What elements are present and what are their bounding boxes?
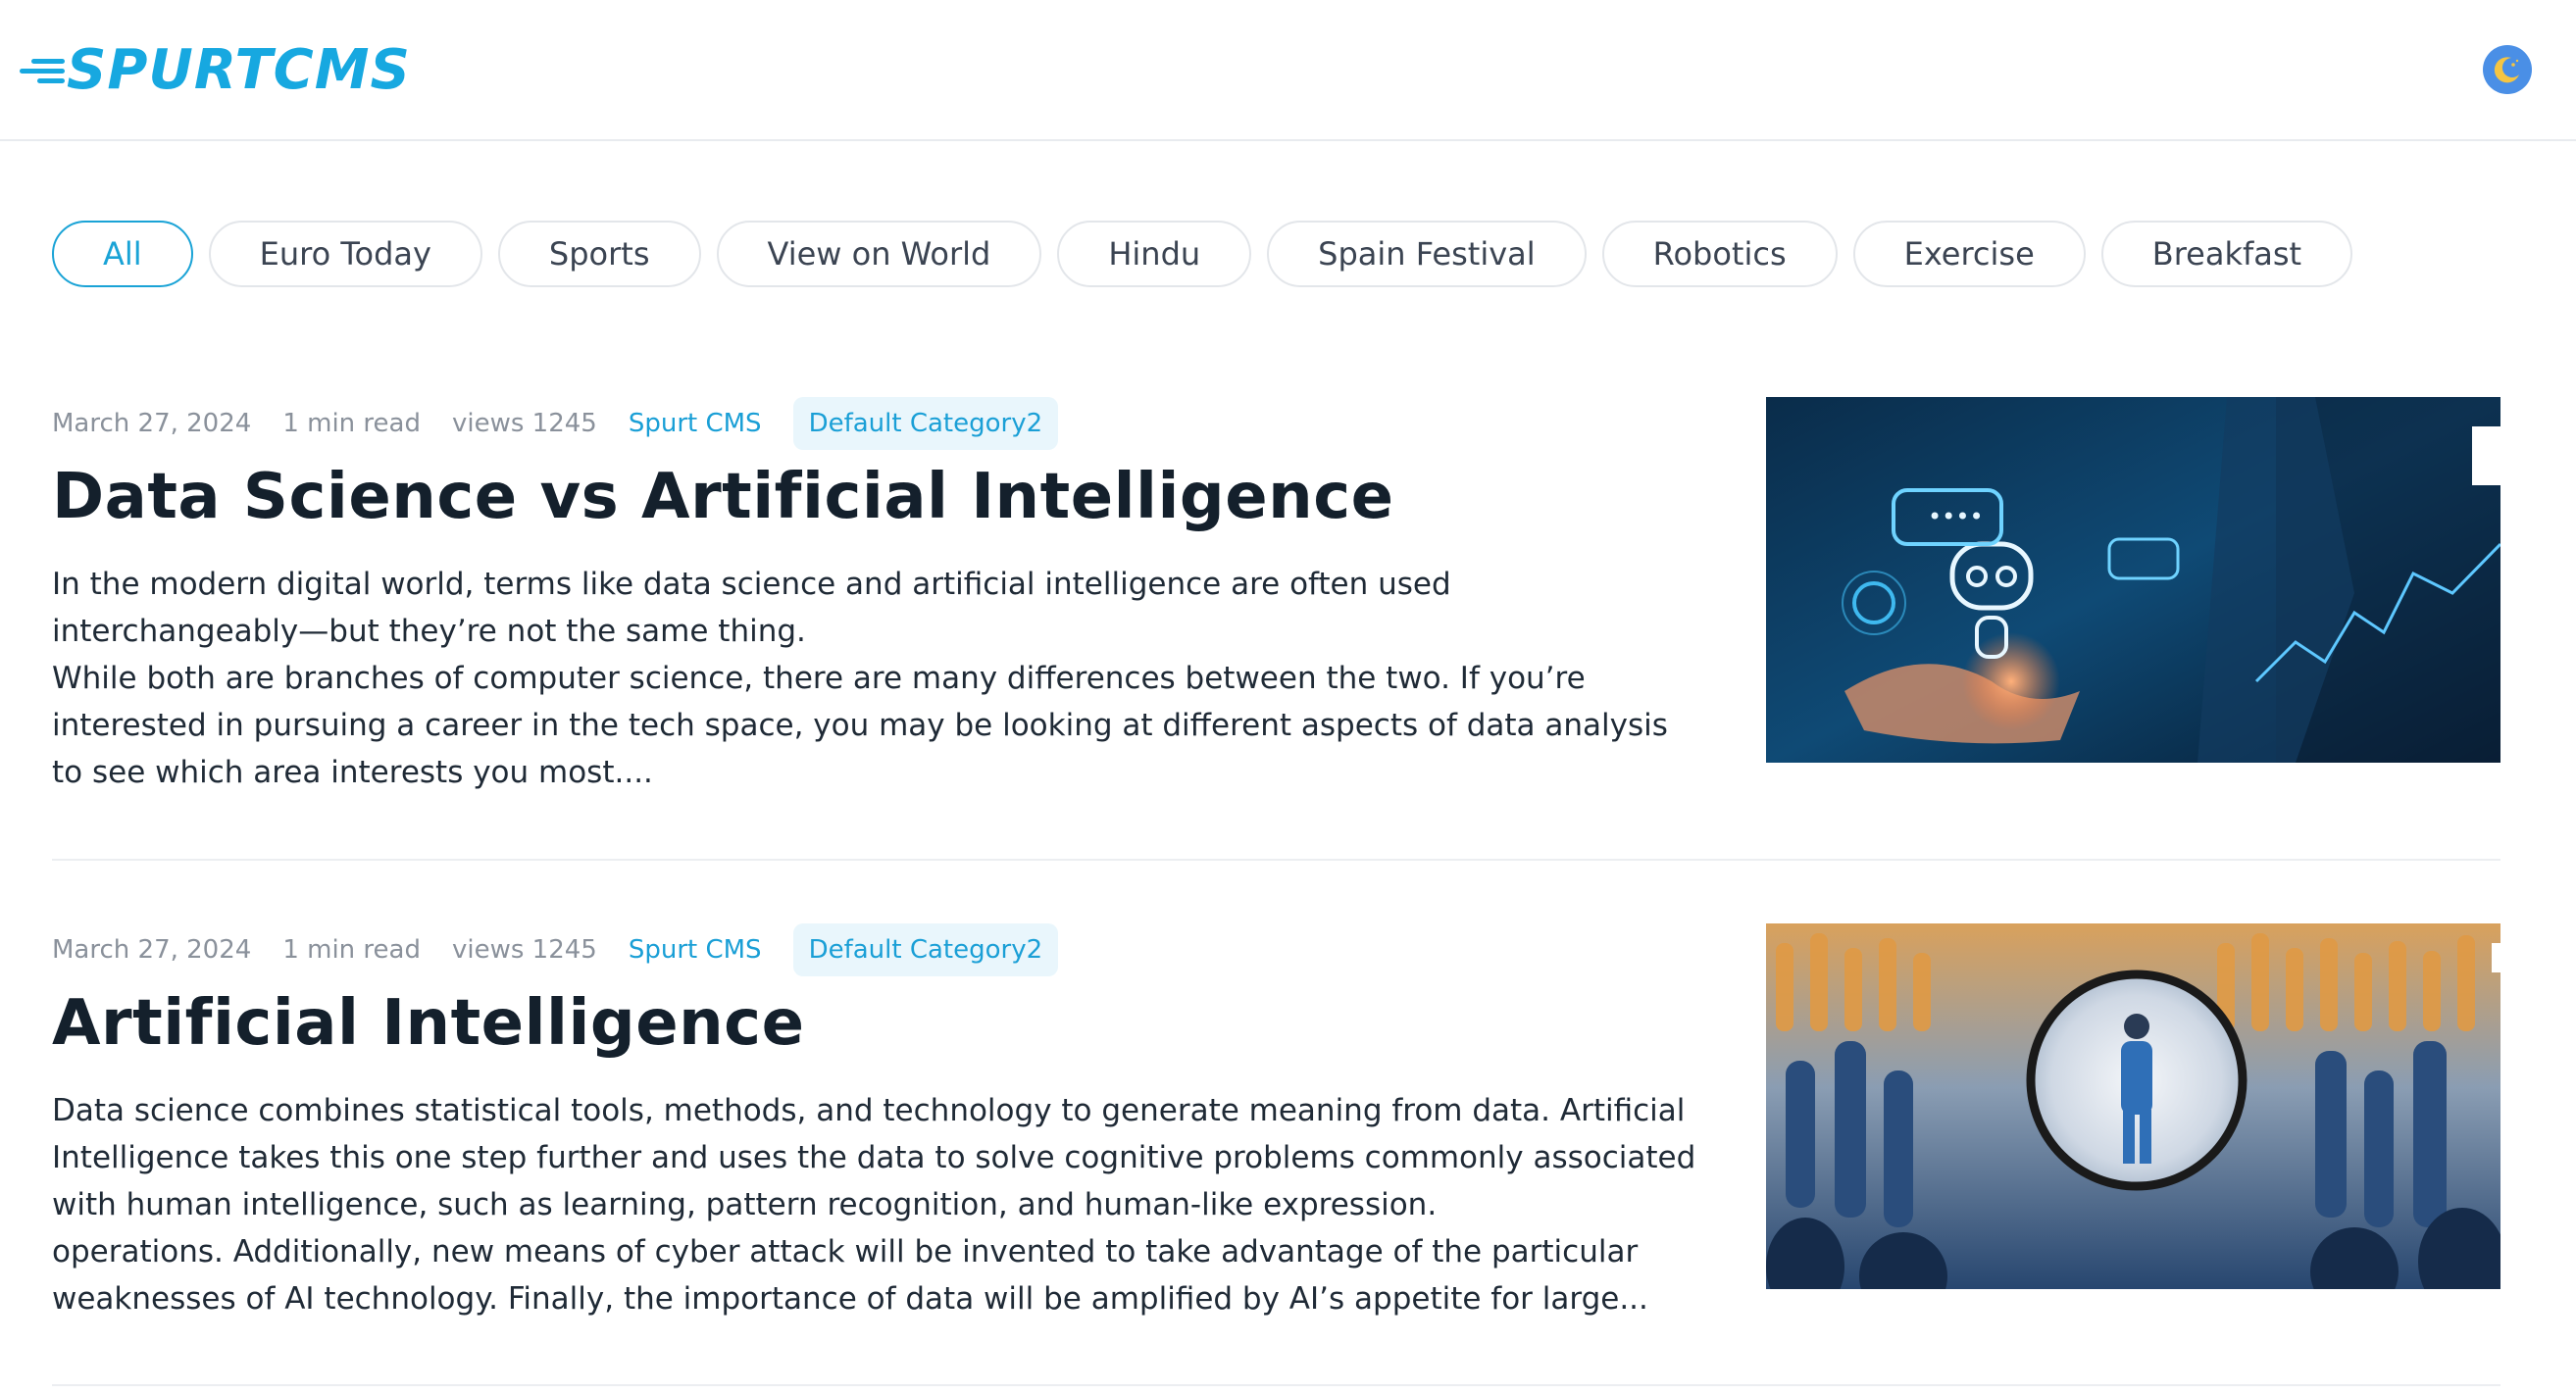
- article-date: March 27, 2024: [52, 409, 252, 438]
- article-title[interactable]: Artificial Intelligence: [52, 986, 805, 1062]
- crowd-magnifier-image[interactable]: [1766, 923, 2500, 1289]
- article-views: views 1245: [451, 409, 597, 438]
- article-author-link[interactable]: Spurt CMS: [629, 409, 762, 438]
- moon-icon: [2494, 57, 2519, 83]
- logo-speed-lines-icon: [20, 49, 65, 92]
- logo-text: SPURTCMS: [67, 38, 411, 102]
- article-divider: [52, 859, 2500, 861]
- article-category-badge[interactable]: Default Category2: [792, 923, 1059, 976]
- excerpt-paragraph: Data science combines statistical tools,…: [52, 1093, 1696, 1222]
- article-title[interactable]: Data Science vs Artificial Intelligence: [52, 460, 1394, 535]
- theme-toggle-button[interactable]: [2483, 45, 2532, 94]
- filter-chip-view-on-world[interactable]: View on World: [716, 221, 1042, 287]
- article-meta: March 27, 2024 1 min read views 1245 Spu…: [52, 397, 1059, 450]
- filter-chip-euro-today[interactable]: Euro Today: [208, 221, 482, 287]
- article-author-link[interactable]: Spurt CMS: [629, 935, 762, 965]
- article-card: March 27, 2024 1 min read views 1245 Spu…: [52, 923, 2500, 1394]
- excerpt-paragraph: While both are branches of computer scie…: [52, 661, 1668, 790]
- spurtcms-logo[interactable]: SPURTCMS: [20, 37, 411, 104]
- article-category-badge[interactable]: Default Category2: [792, 397, 1059, 450]
- article-card: March 27, 2024 1 min read views 1245 Spu…: [52, 397, 2500, 868]
- article-meta: March 27, 2024 1 min read views 1245 Spu…: [52, 923, 1059, 976]
- filter-chip-sports[interactable]: Sports: [497, 221, 701, 287]
- filter-chip-exercise[interactable]: Exercise: [1852, 221, 2086, 287]
- svg-text:••••: ••••: [1928, 503, 1984, 530]
- article-date: March 27, 2024: [52, 935, 252, 965]
- article-read-time: 1 min read: [282, 935, 421, 965]
- filter-chip-spain-festival[interactable]: Spain Festival: [1267, 221, 1587, 287]
- excerpt-paragraph: operations. Additionally, new means of c…: [52, 1234, 1648, 1317]
- site-header: SPURTCMS: [0, 0, 2576, 141]
- filter-chip-all[interactable]: All: [52, 221, 193, 287]
- filter-chip-breakfast[interactable]: Breakfast: [2100, 221, 2353, 287]
- article-read-time: 1 min read: [282, 409, 421, 438]
- filter-chip-hindu[interactable]: Hindu: [1057, 221, 1252, 287]
- article-excerpt: In the modern digital world, terms like …: [52, 561, 1699, 796]
- article-views: views 1245: [451, 935, 597, 965]
- article-excerpt: Data science combines statistical tools,…: [52, 1087, 1699, 1322]
- excerpt-paragraph: In the modern digital world, terms like …: [52, 567, 1451, 649]
- ai-robot-hand-image[interactable]: ••••: [1766, 397, 2500, 763]
- filter-chip-robotics[interactable]: Robotics: [1601, 221, 1838, 287]
- category-filter-bar: All Euro Today Sports View on World Hind…: [52, 221, 2353, 287]
- article-divider: [52, 1384, 2500, 1386]
